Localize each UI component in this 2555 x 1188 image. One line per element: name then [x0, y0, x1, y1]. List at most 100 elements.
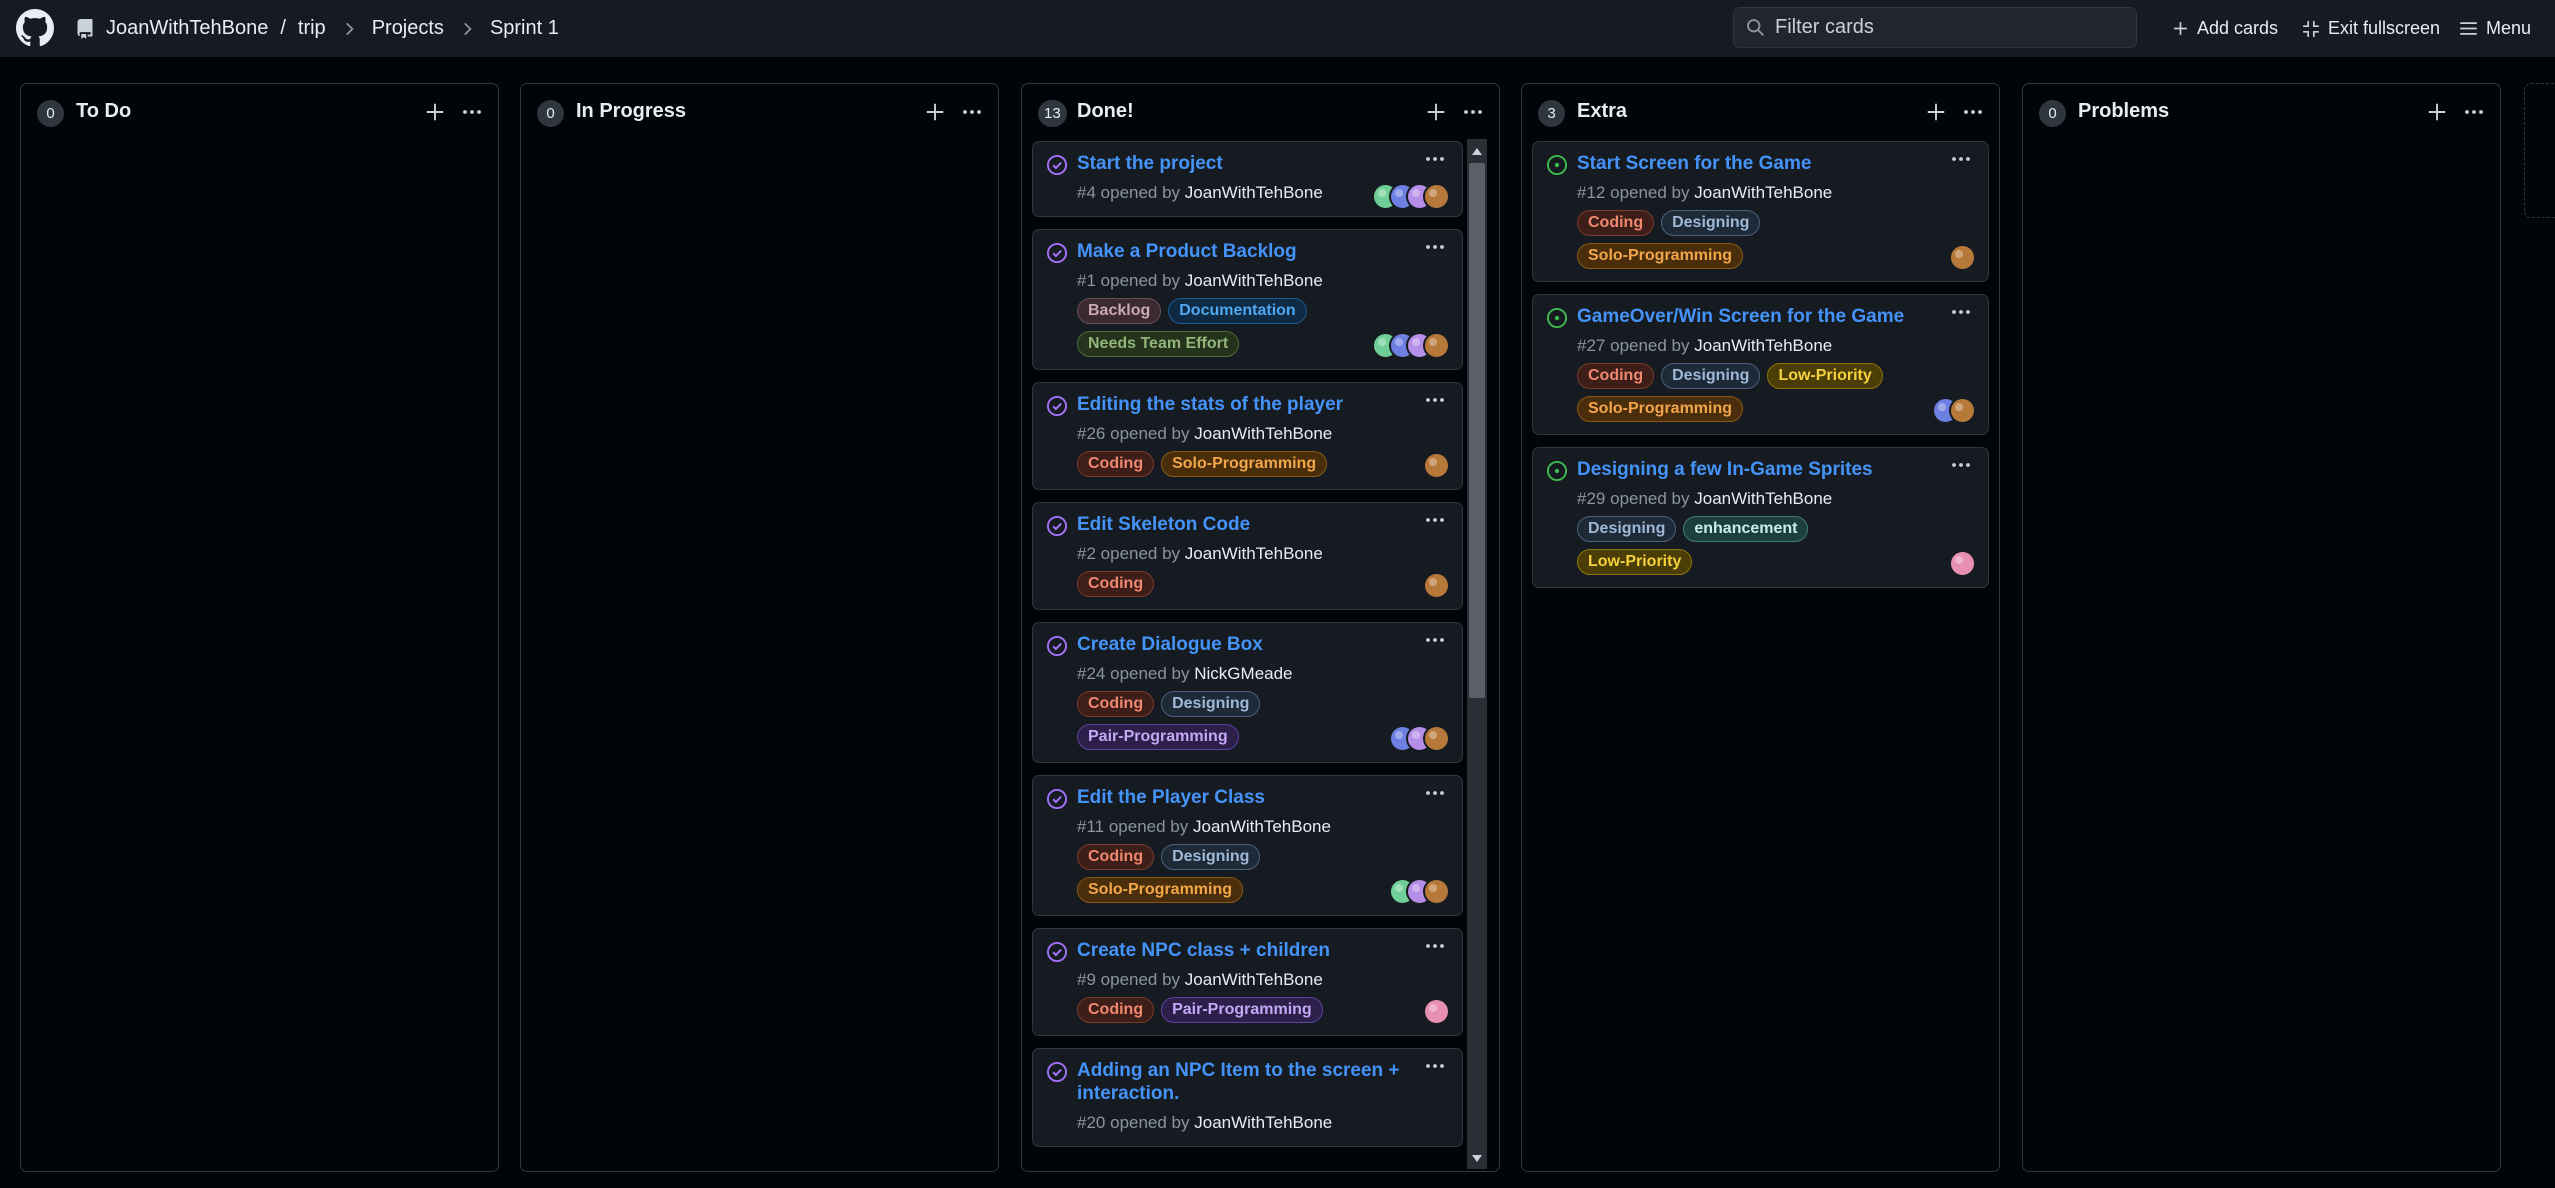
issue-card[interactable]: GameOver/Win Screen for the Game #27 open…: [1532, 294, 1989, 435]
card-more-options-icon[interactable]: [1422, 935, 1448, 957]
author-link[interactable]: JoanWithTehBone: [1185, 970, 1323, 989]
add-card-plus-icon[interactable]: [924, 101, 946, 123]
label-low-priority[interactable]: Low-Priority: [1767, 363, 1883, 389]
issue-card[interactable]: Create NPC class + children #9 opened by …: [1032, 928, 1463, 1036]
issue-card[interactable]: Adding an NPC Item to the screen + inter…: [1032, 1048, 1463, 1147]
filter-cards-box[interactable]: [1733, 7, 2137, 48]
label-solo-programming[interactable]: Solo-Programming: [1161, 451, 1328, 477]
issue-card[interactable]: Editing the stats of the player #26 opene…: [1032, 382, 1463, 490]
issue-card[interactable]: Edit the Player Class #11 opened by JoanW…: [1032, 775, 1463, 916]
filter-cards-input[interactable]: [1775, 16, 2115, 39]
label-designing[interactable]: Designing: [1661, 210, 1761, 236]
card-title-link[interactable]: Edit Skeleton Code: [1077, 513, 1448, 536]
label-solo-programming[interactable]: Solo-Programming: [1577, 243, 1744, 269]
card-title-link[interactable]: Make a Product Backlog: [1077, 240, 1448, 263]
label-coding[interactable]: Coding: [1577, 210, 1655, 236]
scroll-thumb[interactable]: [1469, 163, 1485, 698]
author-link[interactable]: JoanWithTehBone: [1185, 183, 1323, 202]
author-link[interactable]: JoanWithTehBone: [1185, 544, 1323, 563]
issue-card[interactable]: Edit Skeleton Code #2 opened by JoanWithT…: [1032, 502, 1463, 610]
author-link[interactable]: JoanWithTehBone: [1694, 336, 1832, 355]
author-link[interactable]: NickGMeade: [1194, 664, 1292, 683]
author-link[interactable]: JoanWithTehBone: [1193, 817, 1331, 836]
label-pair-programming[interactable]: Pair-Programming: [1077, 724, 1239, 750]
author-link[interactable]: JoanWithTehBone: [1694, 183, 1832, 202]
column-more-options-icon[interactable]: [460, 101, 484, 123]
avatar[interactable]: [1423, 725, 1450, 752]
column-scrollbar[interactable]: [1467, 139, 1487, 1169]
issue-card[interactable]: Designing a few In-Game Sprites #29 opene…: [1532, 447, 1989, 588]
github-logo-icon[interactable]: [16, 9, 54, 47]
card-title-link[interactable]: Editing the stats of the player: [1077, 393, 1448, 416]
exit-fullscreen-button[interactable]: Exit fullscreen: [2302, 0, 2440, 57]
label-low-priority[interactable]: Low-Priority: [1577, 549, 1693, 575]
avatar[interactable]: [1423, 332, 1450, 359]
column-more-options-icon[interactable]: [1461, 101, 1485, 123]
card-more-options-icon[interactable]: [1948, 301, 1974, 323]
scroll-up-arrow-icon[interactable]: [1472, 148, 1482, 155]
label-coding[interactable]: Coding: [1077, 571, 1155, 597]
menu-button[interactable]: Menu: [2459, 0, 2531, 57]
avatar[interactable]: [1949, 550, 1976, 577]
label-enhancement[interactable]: enhancement: [1683, 516, 1809, 542]
author-link[interactable]: JoanWithTehBone: [1194, 424, 1332, 443]
issue-card[interactable]: Create Dialogue Box #24 opened by NickGMe…: [1032, 622, 1463, 763]
card-more-options-icon[interactable]: [1422, 509, 1448, 531]
avatar[interactable]: [1423, 572, 1450, 599]
card-more-options-icon[interactable]: [1422, 148, 1448, 170]
label-backlog[interactable]: Backlog: [1077, 298, 1162, 324]
label-documentation[interactable]: Documentation: [1168, 298, 1307, 324]
breadcrumb-projects-link[interactable]: Projects: [372, 17, 444, 40]
author-link[interactable]: JoanWithTehBone: [1694, 489, 1832, 508]
author-link[interactable]: JoanWithTehBone: [1194, 1113, 1332, 1132]
card-title-link[interactable]: Edit the Player Class: [1077, 786, 1448, 809]
avatar[interactable]: [1949, 397, 1976, 424]
issue-card[interactable]: Make a Product Backlog #1 opened by JoanW…: [1032, 229, 1463, 370]
label-coding[interactable]: Coding: [1077, 997, 1155, 1023]
card-title-link[interactable]: Start Screen for the Game: [1577, 152, 1974, 175]
card-title-link[interactable]: Create NPC class + children: [1077, 939, 1448, 962]
breadcrumb-owner-link[interactable]: JoanWithTehBone: [106, 17, 268, 40]
card-title-link[interactable]: GameOver/Win Screen for the Game: [1577, 305, 1974, 328]
card-more-options-icon[interactable]: [1422, 782, 1448, 804]
card-more-options-icon[interactable]: [1422, 629, 1448, 651]
add-card-plus-icon[interactable]: [424, 101, 446, 123]
column-more-options-icon[interactable]: [2462, 101, 2486, 123]
label-needs-team-effort[interactable]: Needs Team Effort: [1077, 331, 1240, 357]
add-column-placeholder[interactable]: [2524, 83, 2555, 218]
label-coding[interactable]: Coding: [1077, 451, 1155, 477]
add-card-plus-icon[interactable]: [1925, 101, 1947, 123]
label-coding[interactable]: Coding: [1077, 691, 1155, 717]
label-designing[interactable]: Designing: [1161, 844, 1261, 870]
card-title-link[interactable]: Start the project: [1077, 152, 1448, 175]
card-more-options-icon[interactable]: [1422, 236, 1448, 258]
label-designing[interactable]: Designing: [1661, 363, 1761, 389]
add-card-plus-icon[interactable]: [1425, 101, 1447, 123]
issue-card[interactable]: Start Screen for the Game #12 opened by J…: [1532, 141, 1989, 282]
label-coding[interactable]: Coding: [1577, 363, 1655, 389]
card-title-link[interactable]: Create Dialogue Box: [1077, 633, 1448, 656]
add-card-plus-icon[interactable]: [2426, 101, 2448, 123]
label-solo-programming[interactable]: Solo-Programming: [1077, 877, 1244, 903]
label-pair-programming[interactable]: Pair-Programming: [1161, 997, 1323, 1023]
issue-card[interactable]: Start the project #4 opened by JoanWithTe…: [1032, 141, 1463, 217]
card-more-options-icon[interactable]: [1422, 389, 1448, 411]
avatar[interactable]: [1423, 998, 1450, 1025]
avatar[interactable]: [1949, 244, 1976, 271]
label-designing[interactable]: Designing: [1577, 516, 1677, 542]
card-title-link[interactable]: Adding an NPC Item to the screen + inter…: [1077, 1059, 1448, 1105]
label-designing[interactable]: Designing: [1161, 691, 1261, 717]
breadcrumb-board-link[interactable]: Sprint 1: [490, 17, 559, 40]
column-more-options-icon[interactable]: [1961, 101, 1985, 123]
column-more-options-icon[interactable]: [960, 101, 984, 123]
card-title-link[interactable]: Designing a few In-Game Sprites: [1577, 458, 1974, 481]
avatar[interactable]: [1423, 452, 1450, 479]
scroll-down-arrow-icon[interactable]: [1472, 1155, 1482, 1162]
label-solo-programming[interactable]: Solo-Programming: [1577, 396, 1744, 422]
card-more-options-icon[interactable]: [1948, 454, 1974, 476]
card-more-options-icon[interactable]: [1948, 148, 1974, 170]
card-more-options-icon[interactable]: [1422, 1055, 1448, 1077]
author-link[interactable]: JoanWithTehBone: [1185, 271, 1323, 290]
avatar[interactable]: [1423, 878, 1450, 905]
add-cards-button[interactable]: Add cards: [2172, 0, 2278, 57]
